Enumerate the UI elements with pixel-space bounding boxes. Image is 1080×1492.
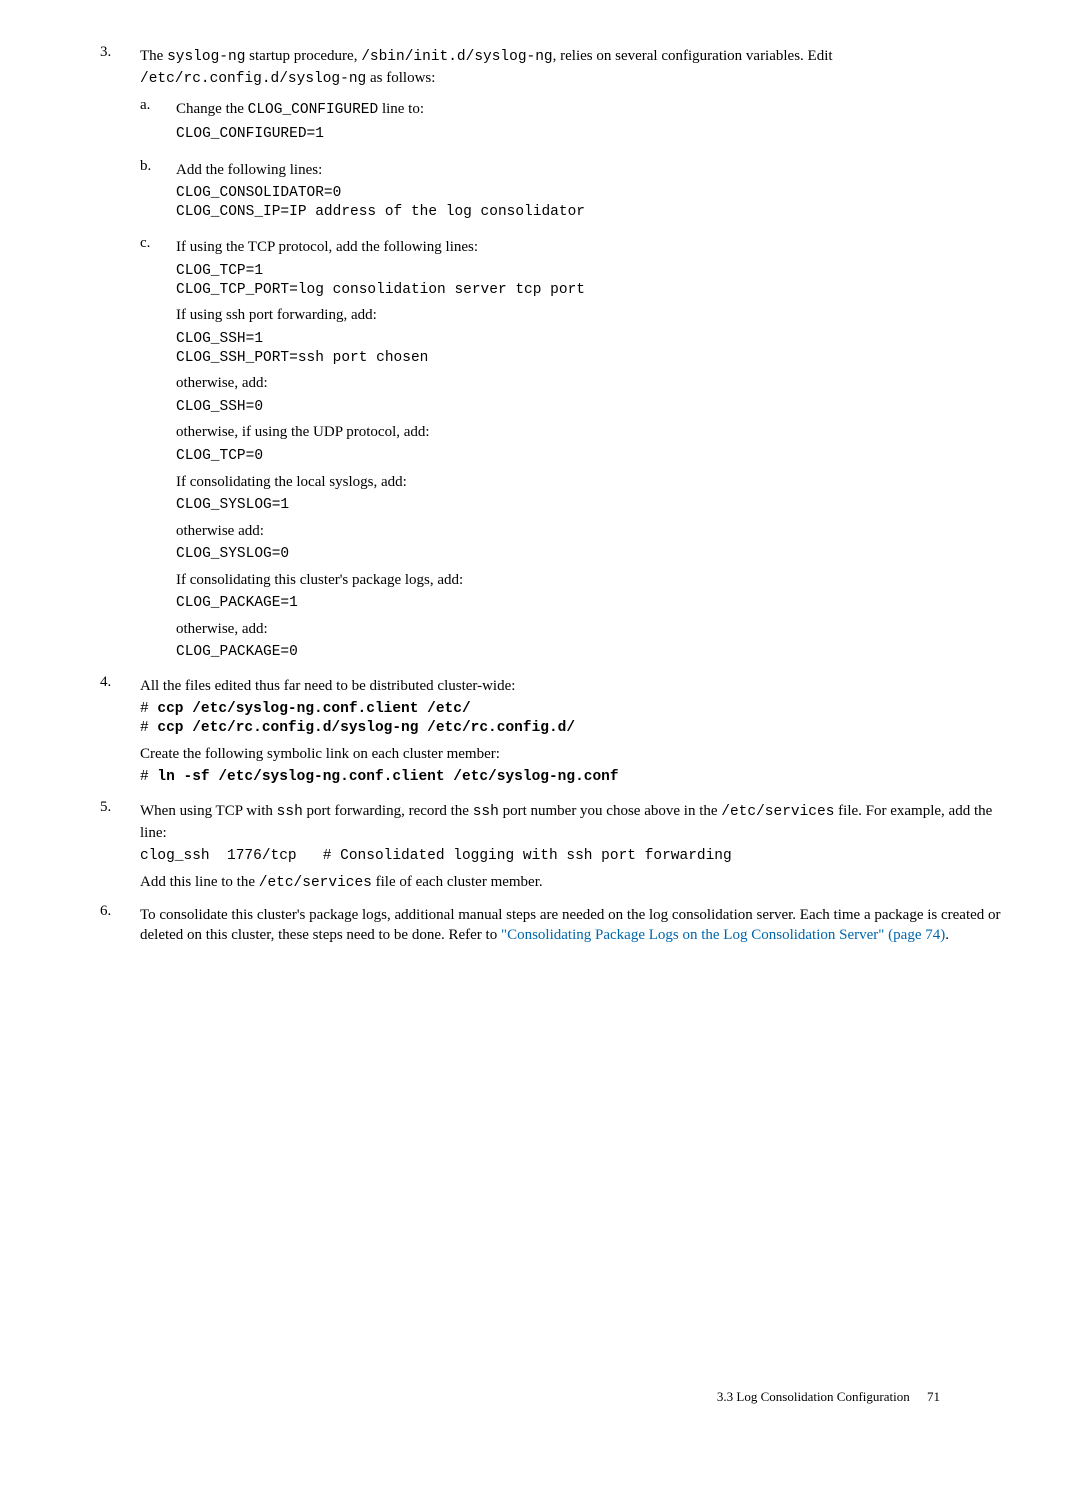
list-item-3b: b. Add the following lines: CLOG_CONSOLI… bbox=[140, 156, 1010, 228]
text: Add this line to the bbox=[140, 874, 259, 890]
text: , relies on several configuration variab… bbox=[553, 48, 833, 64]
text: startup procedure, bbox=[245, 48, 361, 64]
text: file of each cluster member. bbox=[372, 874, 543, 890]
paragraph: If using ssh port forwarding, add: bbox=[176, 305, 1010, 325]
text: Change the bbox=[176, 101, 248, 117]
code-block: CLOG_SYSLOG=0 bbox=[176, 545, 1010, 564]
text: line to: bbox=[378, 101, 424, 117]
list-item-3c: c. If using the TCP protocol, add the fo… bbox=[140, 233, 1010, 667]
command: ccp /etc/syslog-ng.conf.client /etc/ bbox=[157, 701, 470, 717]
paragraph: If using the TCP protocol, add the follo… bbox=[176, 237, 1010, 257]
footer-page-number: 71 bbox=[927, 1389, 940, 1404]
code-inline: CLOG_CONFIGURED bbox=[248, 102, 379, 118]
list-item-4: 4. All the files edited thus far need to… bbox=[100, 672, 1010, 793]
code-block: CLOG_SSH=0 bbox=[176, 398, 1010, 417]
text: as follows: bbox=[366, 70, 435, 86]
paragraph: otherwise add: bbox=[176, 521, 1010, 541]
text: The bbox=[140, 48, 167, 64]
list-item-3a: a. Change the CLOG_CONFIGURED line to: C… bbox=[140, 95, 1010, 149]
paragraph: Change the CLOG_CONFIGURED line to: bbox=[176, 99, 1010, 121]
code-inline: /sbin/init.d/syslog-ng bbox=[361, 49, 552, 65]
code-inline: /etc/rc.config.d/syslog-ng bbox=[140, 71, 366, 87]
code-block: CLOG_TCP=0 bbox=[176, 447, 1010, 466]
paragraph: Add this line to the /etc/services file … bbox=[140, 872, 1010, 894]
text: # bbox=[140, 720, 157, 736]
text: . bbox=[945, 927, 949, 943]
code-inline: /etc/services bbox=[259, 875, 372, 891]
footer-section: 3.3 Log Consolidation Configuration bbox=[717, 1389, 910, 1404]
paragraph: All the files edited thus far need to be… bbox=[140, 676, 1010, 696]
code-block: CLOG_PACKAGE=0 bbox=[176, 643, 1010, 662]
command: ln -sf /etc/syslog-ng.conf.client /etc/s… bbox=[157, 769, 618, 785]
code-inline: syslog-ng bbox=[167, 49, 245, 65]
code-block: clog_ssh 1776/tcp # Consolidated logging… bbox=[140, 847, 1010, 866]
page-footer: 3.3 Log Consolidation Configuration 71 bbox=[717, 1388, 940, 1406]
text: # bbox=[140, 701, 157, 717]
list-letter: c. bbox=[140, 233, 176, 667]
text: port number you chose above in the bbox=[499, 803, 721, 819]
list-item-6: 6. To consolidate this cluster's package… bbox=[100, 901, 1010, 950]
list-body: To consolidate this cluster's package lo… bbox=[140, 901, 1010, 950]
code-block: CLOG_CONSOLIDATOR=0 CLOG_CONS_IP=IP addr… bbox=[176, 184, 1010, 222]
code-inline: ssh bbox=[473, 804, 499, 820]
code-block: CLOG_SSH=1 CLOG_SSH_PORT=ssh port chosen bbox=[176, 330, 1010, 368]
list-letter: b. bbox=[140, 156, 176, 228]
paragraph: To consolidate this cluster's package lo… bbox=[140, 905, 1010, 946]
text: When using TCP with bbox=[140, 803, 277, 819]
paragraph: otherwise, if using the UDP protocol, ad… bbox=[176, 422, 1010, 442]
list-letter: a. bbox=[140, 95, 176, 149]
paragraph: If consolidating this cluster's package … bbox=[176, 570, 1010, 590]
list-body: If using the TCP protocol, add the follo… bbox=[176, 233, 1010, 667]
list-body: When using TCP with ssh port forwarding,… bbox=[140, 797, 1010, 897]
paragraph: otherwise, add: bbox=[176, 373, 1010, 393]
paragraph: Add the following lines: bbox=[176, 160, 1010, 180]
paragraph: The syslog-ng startup procedure, /sbin/i… bbox=[140, 46, 1010, 89]
list-number: 4. bbox=[100, 672, 140, 793]
list-item-3: 3. The syslog-ng startup procedure, /sbi… bbox=[100, 42, 1010, 668]
code-block: CLOG_SYSLOG=1 bbox=[176, 496, 1010, 515]
code-block: # ln -sf /etc/syslog-ng.conf.client /etc… bbox=[140, 768, 1010, 787]
code-block: CLOG_PACKAGE=1 bbox=[176, 594, 1010, 613]
list-item-5: 5. When using TCP with ssh port forwardi… bbox=[100, 797, 1010, 897]
code-inline: ssh bbox=[277, 804, 303, 820]
code-inline: /etc/services bbox=[721, 804, 834, 820]
list-number: 3. bbox=[100, 42, 140, 668]
code-block: CLOG_CONFIGURED=1 bbox=[176, 125, 1010, 144]
list-number: 6. bbox=[100, 901, 140, 950]
command: ccp /etc/rc.config.d/syslog-ng /etc/rc.c… bbox=[157, 720, 575, 736]
cross-reference-link[interactable]: "Consolidating Package Logs on the Log C… bbox=[501, 927, 945, 943]
list-body: The syslog-ng startup procedure, /sbin/i… bbox=[140, 42, 1010, 668]
paragraph: If consolidating the local syslogs, add: bbox=[176, 472, 1010, 492]
code-block: CLOG_TCP=1 CLOG_TCP_PORT=log consolidati… bbox=[176, 262, 1010, 300]
text: port forwarding, record the bbox=[303, 803, 473, 819]
text: # bbox=[140, 769, 157, 785]
code-block: # ccp /etc/syslog-ng.conf.client /etc/ #… bbox=[140, 700, 1010, 738]
paragraph: Create the following symbolic link on ea… bbox=[140, 744, 1010, 764]
list-body: All the files edited thus far need to be… bbox=[140, 672, 1010, 793]
paragraph: otherwise, add: bbox=[176, 619, 1010, 639]
list-number: 5. bbox=[100, 797, 140, 897]
list-body: Add the following lines: CLOG_CONSOLIDAT… bbox=[176, 156, 1010, 228]
paragraph: When using TCP with ssh port forwarding,… bbox=[140, 801, 1010, 843]
list-body: Change the CLOG_CONFIGURED line to: CLOG… bbox=[176, 95, 1010, 149]
